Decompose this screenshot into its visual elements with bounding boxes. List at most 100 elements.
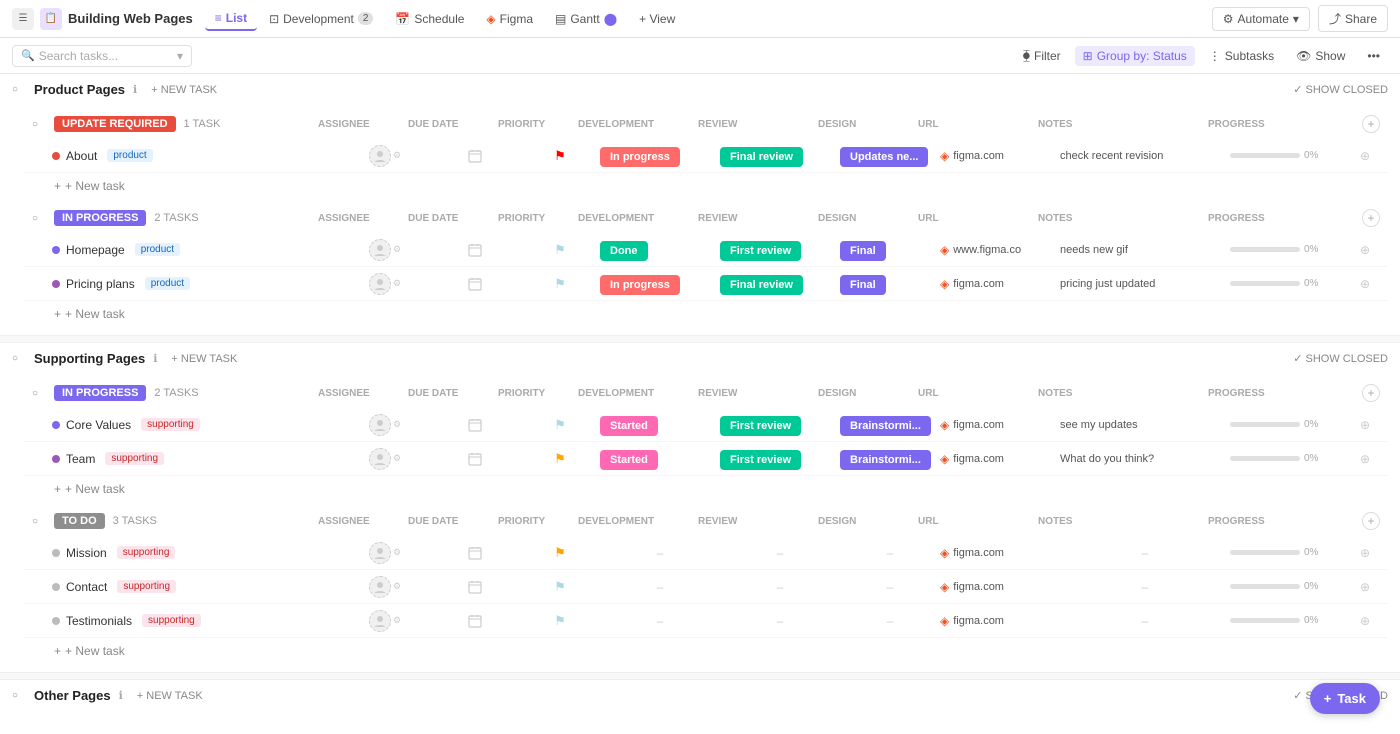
new-task-button[interactable]: + NEW TASK — [165, 352, 243, 366]
tab-add-view[interactable]: + View — [629, 8, 685, 30]
show-closed-button[interactable]: ✓ SHOW CLOSED — [1293, 352, 1388, 365]
development-cell[interactable]: – — [600, 546, 720, 560]
assignee-cell[interactable]: ⚙ — [340, 414, 430, 436]
review-cell[interactable]: First review — [720, 452, 840, 466]
url-cell[interactable]: ◈ figma.com — [940, 149, 1060, 163]
add-task-row[interactable]: + + New task — [24, 476, 1388, 502]
task-tag[interactable]: supporting — [117, 546, 176, 559]
task-tag[interactable]: supporting — [142, 614, 201, 627]
task-row[interactable]: Contact supporting ⚙ ⚑ – – – — [24, 570, 1388, 604]
tab-list[interactable]: ≡ List — [205, 7, 257, 31]
review-cell[interactable]: First review — [720, 243, 840, 257]
status-header-todo[interactable]: ○ TO DO 3 TASKS ASSIGNEE DUE DATE PRIORI… — [24, 506, 1388, 536]
assignee-cell[interactable]: ⚙ — [340, 576, 430, 598]
task-row[interactable]: About product ⚙ ⚑ In progress — [24, 139, 1388, 173]
info-icon[interactable]: ℹ — [119, 689, 123, 702]
due-date-cell[interactable] — [430, 614, 520, 628]
assignee-cell[interactable]: ⚙ — [340, 542, 430, 564]
tab-development[interactable]: ⊡ Development 2 — [259, 8, 383, 30]
task-tag[interactable]: product — [135, 243, 180, 256]
show-button[interactable]: 👁 Show — [1288, 46, 1353, 66]
group-by-button[interactable]: ⊞ Group by: Status — [1075, 46, 1195, 66]
new-task-button[interactable]: + NEW TASK — [131, 689, 209, 703]
priority-cell[interactable]: ⚑ — [520, 613, 600, 629]
more-options-button[interactable]: ••• — [1359, 46, 1388, 66]
priority-cell[interactable]: ⚑ — [520, 417, 600, 433]
design-cell[interactable]: Brainstormi... — [840, 418, 940, 432]
add-task-icon[interactable]: + — [1362, 115, 1380, 133]
add-task-row[interactable]: + + New task — [24, 301, 1388, 327]
assignee-cell[interactable]: ⚙ — [340, 448, 430, 470]
subtasks-button[interactable]: ⋮ Subtasks — [1201, 46, 1282, 66]
task-row[interactable]: Pricing plans product ⚙ ⚑ In progress — [24, 267, 1388, 301]
task-fab-button[interactable]: + Task — [1310, 683, 1380, 714]
new-task-button[interactable]: + NEW TASK — [145, 83, 223, 97]
task-tag[interactable]: supporting — [117, 580, 176, 593]
due-date-cell[interactable] — [430, 580, 520, 594]
info-icon[interactable]: ℹ — [133, 83, 137, 96]
filter-button[interactable]: ⧳ Filter — [1015, 45, 1069, 66]
task-tag[interactable]: supporting — [141, 418, 200, 431]
product-pages-header[interactable]: ○ Product Pages ℹ + NEW TASK ✓ SHOW CLOS… — [0, 74, 1400, 105]
search-box[interactable]: 🔍 Search tasks... ▾ — [12, 45, 192, 67]
review-cell[interactable]: – — [720, 546, 840, 560]
menu-icon[interactable]: ☰ — [12, 8, 34, 30]
priority-cell[interactable]: ⚑ — [520, 545, 600, 561]
due-date-cell[interactable] — [430, 452, 520, 466]
tab-schedule[interactable]: 📅 Schedule — [385, 8, 474, 30]
design-cell[interactable]: Final — [840, 243, 940, 257]
tab-gantt[interactable]: ▤ Gantt ⬤ — [545, 8, 627, 30]
info-icon[interactable]: ℹ — [153, 352, 157, 365]
assignee-cell[interactable]: ⚙ — [340, 145, 430, 167]
review-cell[interactable]: Final review — [720, 149, 840, 163]
row-options[interactable]: ⊕ — [1350, 452, 1380, 466]
url-cell[interactable]: ◈ figma.com — [940, 614, 1060, 628]
review-cell[interactable]: First review — [720, 418, 840, 432]
due-date-cell[interactable] — [430, 418, 520, 432]
development-cell[interactable]: Started — [600, 452, 720, 466]
automate-button[interactable]: ⚙ Automate ▾ — [1212, 7, 1310, 31]
status-header-in-progress-2[interactable]: ○ IN PROGRESS 2 TASKS ASSIGNEE DUE DATE … — [24, 378, 1388, 408]
row-options[interactable]: ⊕ — [1350, 243, 1380, 257]
priority-cell[interactable]: ⚑ — [520, 579, 600, 595]
assignee-cell[interactable]: ⚙ — [340, 239, 430, 261]
task-row[interactable]: Homepage product ⚙ ⚑ Done — [24, 233, 1388, 267]
priority-cell[interactable]: ⚑ — [520, 276, 600, 292]
row-options[interactable]: ⊕ — [1350, 277, 1380, 291]
url-cell[interactable]: ◈ figma.com — [940, 546, 1060, 560]
row-options[interactable]: ⊕ — [1350, 614, 1380, 628]
supporting-pages-header[interactable]: ○ Supporting Pages ℹ + NEW TASK ✓ SHOW C… — [0, 343, 1400, 374]
add-task-row[interactable]: + + New task — [24, 173, 1388, 199]
row-options[interactable]: ⊕ — [1350, 418, 1380, 432]
add-task-icon[interactable]: + — [1362, 384, 1380, 402]
task-tag[interactable]: product — [145, 277, 190, 290]
task-row[interactable]: Team supporting ⚙ ⚑ Started — [24, 442, 1388, 476]
url-cell[interactable]: ◈ figma.com — [940, 277, 1060, 291]
design-cell[interactable]: Updates ne... — [840, 149, 940, 163]
assignee-cell[interactable]: ⚙ — [340, 610, 430, 632]
show-closed-button[interactable]: ✓ SHOW CLOSED — [1293, 83, 1388, 96]
development-cell[interactable]: In progress — [600, 149, 720, 163]
development-cell[interactable]: Done — [600, 243, 720, 257]
url-cell[interactable]: ◈ figma.com — [940, 580, 1060, 594]
review-cell[interactable]: Final review — [720, 277, 840, 291]
status-header-in-progress[interactable]: ○ IN PROGRESS 2 TASKS ASSIGNEE DUE DATE … — [24, 203, 1388, 233]
row-options[interactable]: ⊕ — [1350, 580, 1380, 594]
design-cell[interactable]: Final — [840, 277, 940, 291]
task-tag[interactable]: supporting — [105, 452, 164, 465]
add-task-icon[interactable]: + — [1362, 209, 1380, 227]
design-cell[interactable]: – — [840, 614, 940, 628]
url-cell[interactable]: ◈ www.figma.co — [940, 243, 1060, 257]
status-header-update-required[interactable]: ○ UPDATE REQUIRED 1 TASK ASSIGNEE DUE DA… — [24, 109, 1388, 139]
due-date-cell[interactable] — [430, 277, 520, 291]
task-tag[interactable]: product — [107, 149, 152, 162]
other-pages-header[interactable]: ○ Other Pages ℹ + NEW TASK ✓ SHOW CLOSED — [0, 680, 1400, 711]
tab-figma[interactable]: ◈ Figma — [476, 8, 543, 30]
assignee-cell[interactable]: ⚙ — [340, 273, 430, 295]
url-cell[interactable]: ◈ figma.com — [940, 418, 1060, 432]
design-cell[interactable]: Brainstormi... — [840, 452, 940, 466]
development-cell[interactable]: – — [600, 580, 720, 594]
task-row[interactable]: Mission supporting ⚙ ⚑ – – – — [24, 536, 1388, 570]
review-cell[interactable]: – — [720, 614, 840, 628]
due-date-cell[interactable] — [430, 149, 520, 163]
